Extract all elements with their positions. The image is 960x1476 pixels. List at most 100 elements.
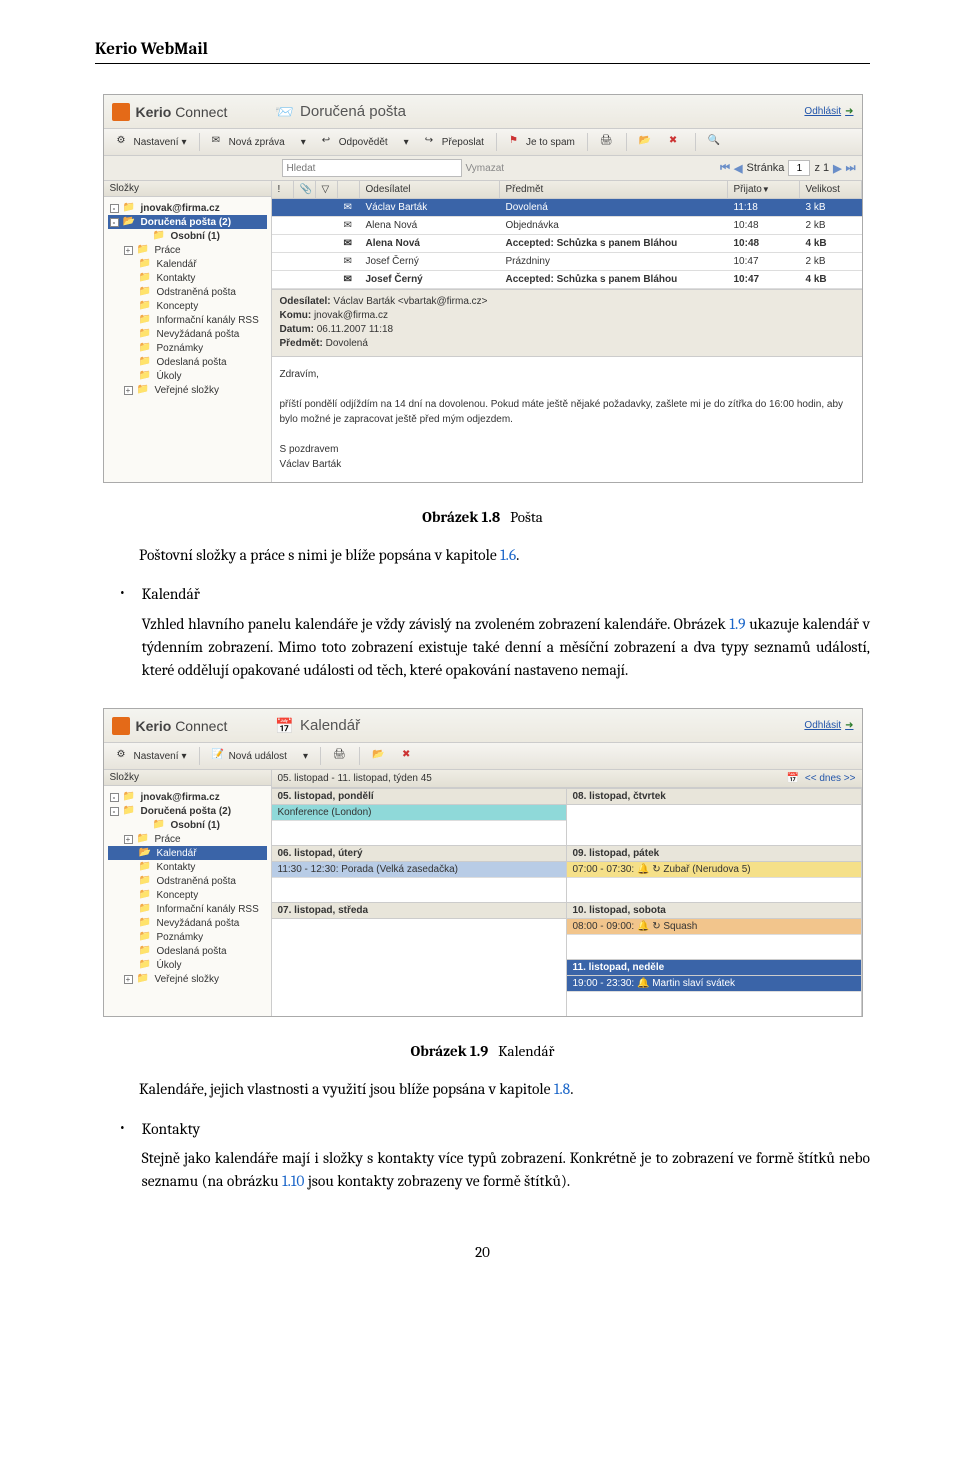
day-body[interactable] <box>567 805 861 845</box>
sidebar-item[interactable]: 📂Kalendář <box>108 846 267 860</box>
calendar-event[interactable]: 19:00 - 23:30: 🔔 Martin slaví svátek <box>567 976 861 992</box>
day-body[interactable]: 08:00 - 09:00: 🔔 ↻ Squash <box>567 919 861 959</box>
day-header[interactable]: 06. listopad, úterý <box>272 845 566 862</box>
expand-icon[interactable]: + <box>124 835 133 844</box>
expand-icon[interactable]: + <box>124 386 133 395</box>
logout-link[interactable]: Odhlásit ➜ <box>804 720 853 731</box>
link-1-9[interactable]: 1.9 <box>729 615 745 633</box>
col-subject[interactable]: Předmět <box>500 181 728 198</box>
expand-icon[interactable]: - <box>110 793 119 802</box>
day-body[interactable]: 11:30 - 12:30: Porada (Velká zasedačka) <box>272 862 566 902</box>
col-attachment[interactable]: 📎 <box>294 181 316 198</box>
sidebar-item[interactable]: 📁Úkoly <box>108 369 267 383</box>
calendar-event[interactable]: 08:00 - 09:00: 🔔 ↻ Squash <box>567 919 861 935</box>
message-row[interactable]: ✉Václav BartákDovolená11:183 kB <box>272 199 862 217</box>
reply-dropdown[interactable]: ▾ <box>397 134 416 151</box>
day-header[interactable]: 11. listopad, neděle <box>567 959 861 976</box>
message-row[interactable]: ✉Josef ČernýPrázdniny10:472 kB <box>272 253 862 271</box>
day-body[interactable] <box>272 919 566 959</box>
col-from[interactable]: Odesílatel <box>360 181 500 198</box>
message-row[interactable]: ✉Josef ČernýAccepted: Schůzka s panem Bl… <box>272 271 862 289</box>
day-header[interactable]: 05. listopad, pondělí <box>272 788 566 805</box>
delete-button[interactable]: ✖ <box>662 132 690 152</box>
move-button[interactable]: 📂 <box>632 132 660 152</box>
sidebar-item[interactable]: -📁jnovak@firma.cz <box>108 790 267 804</box>
message-row[interactable]: ✉Alena NováAccepted: Schůzka s panem Blá… <box>272 235 862 253</box>
new-event-button[interactable]: 📝Nová událost <box>205 746 294 766</box>
sidebar-item[interactable]: -📁jnovak@firma.cz <box>108 201 267 215</box>
search-toolbar-button[interactable]: 🔍 <box>701 132 729 152</box>
sidebar-item[interactable]: 📁Koncepty <box>108 888 267 902</box>
day-header[interactable]: 10. listopad, sobota <box>567 902 861 919</box>
prev-page-button[interactable]: ◀ <box>734 162 742 175</box>
sidebar-item[interactable]: -📁Doručená pošta (2) <box>108 804 267 818</box>
sidebar-item[interactable]: -📂Doručená pošta (2) <box>108 215 267 229</box>
sidebar-item[interactable]: +📁Práce <box>108 832 267 846</box>
settings-button[interactable]: ⚙Nastavení ▾ <box>110 746 194 766</box>
sidebar-item[interactable]: 📁Odeslaná pošta <box>108 355 267 369</box>
day-header[interactable]: 07. listopad, středa <box>272 902 566 919</box>
sidebar-item[interactable]: 📁Úkoly <box>108 958 267 972</box>
sidebar-item[interactable]: +📁Veřejné složky <box>108 383 267 397</box>
sidebar-item[interactable]: 📁Nevyžádaná pošta <box>108 327 267 341</box>
sidebar-item[interactable]: 📁Odstraněná pošta <box>108 285 267 299</box>
reply-button[interactable]: ↩Odpovědět <box>315 132 395 152</box>
sidebar-item[interactable]: 📁Informační kanály RSS <box>108 902 267 916</box>
new-message-button[interactable]: ✉Nová zpráva <box>205 132 292 152</box>
expand-icon[interactable]: + <box>124 246 133 255</box>
message-row[interactable]: ✉Alena NováObjednávka10:482 kB <box>272 217 862 235</box>
next-page-button[interactable]: ▶ <box>833 162 841 175</box>
sidebar-item[interactable]: 📁Poznámky <box>108 341 267 355</box>
print-button[interactable]: 🖨 <box>326 746 354 766</box>
col-size[interactable]: Velikost <box>800 181 862 198</box>
calendar-event[interactable]: Konference (London) <box>272 805 566 821</box>
link-1-6[interactable]: 1.6 <box>500 546 516 564</box>
sidebar-item[interactable]: 📁Osobní (1) <box>108 229 267 243</box>
sidebar-item[interactable]: 📁Koncepty <box>108 299 267 313</box>
move-button[interactable]: 📂 <box>365 746 393 766</box>
col-icon[interactable] <box>338 181 360 198</box>
sidebar-item[interactable]: 📁Odstraněná pošta <box>108 874 267 888</box>
clear-search-button[interactable]: Vymazat <box>466 163 505 174</box>
day-header[interactable]: 09. listopad, pátek <box>567 845 861 862</box>
today-link[interactable]: << dnes >> <box>805 773 856 784</box>
delete-button[interactable]: ✖ <box>395 746 423 766</box>
calendar-event[interactable]: 07:00 - 07:30: 🔔 ↻ Zubař (Nerudova 5) <box>567 862 861 878</box>
sidebar-item[interactable]: 📁Kontakty <box>108 860 267 874</box>
last-page-button[interactable]: ⏭ <box>846 162 856 175</box>
sidebar-item[interactable]: +📁Práce <box>108 243 267 257</box>
day-body[interactable]: Konference (London) <box>272 805 566 845</box>
col-date[interactable]: Přijato▼ <box>728 181 800 198</box>
col-flag[interactable]: ! <box>272 181 294 198</box>
new-message-dropdown[interactable]: ▾ <box>294 134 313 151</box>
forward-button[interactable]: ↪Přeposlat <box>418 132 491 152</box>
sidebar-item[interactable]: 📁Informační kanály RSS <box>108 313 267 327</box>
page-input[interactable] <box>788 160 810 176</box>
first-page-button[interactable]: ⏮ <box>720 162 730 175</box>
print-button[interactable]: 🖨 <box>593 132 621 152</box>
col-status[interactable]: ▽ <box>316 181 338 198</box>
day-body[interactable]: 07:00 - 07:30: 🔔 ↻ Zubař (Nerudova 5) <box>567 862 861 902</box>
settings-button[interactable]: ⚙Nastavení ▾ <box>110 132 194 152</box>
day-body[interactable]: 19:00 - 23:30: 🔔 Martin slaví svátek <box>567 976 861 1016</box>
expand-icon[interactable]: - <box>110 218 119 227</box>
day-header[interactable]: 08. listopad, čtvrtek <box>567 788 861 805</box>
sidebar-item[interactable]: 📁Kontakty <box>108 271 267 285</box>
calendar-event[interactable]: 11:30 - 12:30: Porada (Velká zasedačka) <box>272 862 566 878</box>
expand-icon[interactable]: + <box>124 975 133 984</box>
link-1-10[interactable]: 1.10 <box>282 1172 304 1190</box>
sidebar-item[interactable]: 📁Nevyžádaná pošta <box>108 916 267 930</box>
sidebar-item[interactable]: 📁Osobní (1) <box>108 818 267 832</box>
logout-link[interactable]: Odhlásit ➜ <box>804 106 853 117</box>
expand-icon[interactable]: - <box>110 204 119 213</box>
sidebar-item[interactable]: 📁Poznámky <box>108 930 267 944</box>
expand-icon[interactable]: - <box>110 807 119 816</box>
date-picker-icon[interactable]: 📅 <box>787 773 799 784</box>
search-input[interactable] <box>282 159 462 177</box>
spam-button[interactable]: ⚑Je to spam <box>502 132 582 152</box>
sidebar-item[interactable]: 📁Kalendář <box>108 257 267 271</box>
sidebar-item[interactable]: 📁Odeslaná pošta <box>108 944 267 958</box>
link-1-8[interactable]: 1.8 <box>554 1080 570 1098</box>
new-event-dropdown[interactable]: ▾ <box>296 748 315 765</box>
sidebar-item[interactable]: +📁Veřejné složky <box>108 972 267 986</box>
